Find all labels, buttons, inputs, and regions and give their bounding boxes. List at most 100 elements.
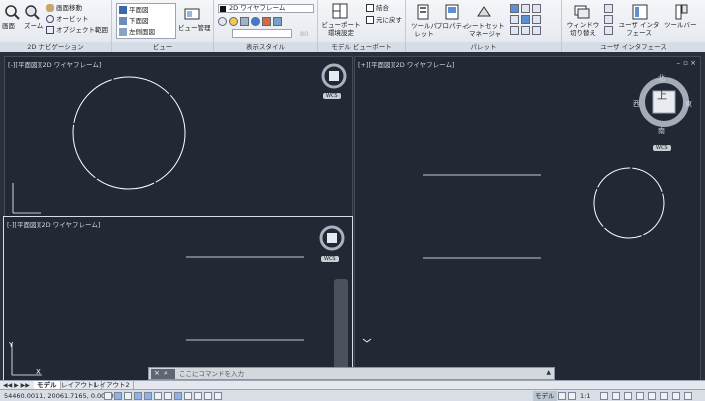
lightbulb-icon[interactable] [660,392,668,400]
material-icon[interactable] [251,17,260,26]
search-icon[interactable]: ⌕ [164,369,168,378]
markup-icon[interactable] [521,4,530,13]
cascade-icon[interactable] [604,26,613,35]
info-icon[interactable] [532,26,541,35]
switch-window-icon[interactable] [574,4,590,20]
sun-icon[interactable] [229,17,238,26]
calculator-icon[interactable] [510,15,519,24]
compass-west[interactable]: 西 [633,99,640,109]
visual-style-slider[interactable] [232,29,292,38]
selection-cycling-icon[interactable] [214,392,222,400]
shade-icon[interactable] [240,17,249,26]
model-space-badge[interactable]: モデル [533,391,557,401]
restore-button[interactable]: 元に戻す [366,16,402,24]
panel-title[interactable]: 表示スタイル [214,42,317,52]
viewport-config-icon[interactable] [332,3,348,19]
switch-window-label[interactable]: ウィンドウ切り替え [566,21,600,37]
viewport-config-label[interactable]: ビューポート環境設定 [321,21,361,37]
gear-icon[interactable] [218,17,227,26]
viewport-right[interactable]: [+][平面図][2D ワイヤフレーム] – ▫ × 上 北 南 東 西 WCS [354,56,701,381]
polar-icon[interactable] [134,392,142,400]
quick-properties-icon[interactable] [204,392,212,400]
grid-icon[interactable] [114,392,122,400]
panel-title[interactable]: モデル ビューポート [318,42,405,52]
layers-icon[interactable] [532,4,541,13]
ortho-icon[interactable] [124,392,132,400]
chevron-up-icon[interactable]: ▲ [546,369,551,376]
toolbars-label[interactable]: ツールバー [664,21,697,29]
osnap-icon[interactable] [144,392,152,400]
sheet-set-icon[interactable] [476,4,492,20]
view-top[interactable]: 平面図 [119,6,149,14]
sheet-set-label[interactable]: シートセットマネージャ [464,22,506,38]
toolbars-icon[interactable] [674,4,690,20]
compass-south[interactable]: 南 [658,126,665,136]
tool-palette-icon[interactable] [415,4,431,20]
command-input[interactable]: ここにコマンドを入力 [179,369,244,379]
ducs-icon[interactable] [164,392,172,400]
light-icon[interactable] [273,17,282,26]
customization-icon[interactable] [684,392,692,400]
panel-title[interactable]: 2D ナビゲーション [0,42,111,52]
view-left[interactable]: 左側面図 [119,28,155,36]
view-manager-label[interactable]: ビュー管理 [178,24,211,32]
clean-screen-icon[interactable] [672,392,680,400]
quick-view-layouts-icon[interactable] [558,392,566,400]
otrack-icon[interactable] [154,392,162,400]
user-interface-label[interactable]: ユーザ インタフェース [618,21,660,37]
wcs-badge[interactable]: WCS [321,256,339,262]
viewcube[interactable] [637,75,691,129]
lock-icon[interactable] [624,392,632,400]
palette-icon[interactable] [532,15,541,24]
visual-style-dropdown[interactable]: 2D ワイヤフレーム [218,4,314,13]
panel-view: 平面図 下面図 左側面図 ビュー管理 ビュー [112,0,214,52]
close-icon[interactable]: × [154,369,160,377]
lineweight-icon[interactable] [184,392,192,400]
join-button[interactable]: 結合 [366,4,389,12]
viewport-bottom-left[interactable]: [-][平面図][2D ワイヤフレーム] Y X WCS [3,216,353,381]
viewcube-top-face[interactable]: 上 [657,87,667,102]
zoom-button-label[interactable]: ズーム [24,22,43,30]
extents-button[interactable]: オブジェクト範囲 [46,26,108,34]
view-list[interactable]: 平面図 下面図 左側面図 [116,3,176,39]
zoom-icon[interactable] [24,4,40,20]
panel-title[interactable]: ユーザ インタフェース [562,42,705,52]
wcs-badge[interactable]: WCS [323,93,341,99]
annotation-visibility-icon[interactable] [600,392,608,400]
snap-mode-icon[interactable] [104,392,112,400]
dynamic-input-icon[interactable] [174,392,182,400]
compass-north[interactable]: 北 [658,73,665,83]
transparency-icon[interactable] [194,392,202,400]
properties-icon[interactable] [444,4,460,20]
viewcube-mini[interactable] [321,63,347,89]
command-line-buttons[interactable]: × ⌕ [151,369,175,379]
view-manager-icon[interactable] [184,6,200,22]
compass-east[interactable]: 東 [685,99,692,109]
tool-icon[interactable] [521,26,530,35]
panel-title[interactable]: パレット [406,42,561,52]
navigation-bar[interactable] [334,279,348,375]
panel-title[interactable]: ビュー [112,42,213,52]
workspace-icon[interactable] [612,392,620,400]
command-line[interactable]: × ⌕ ここにコマンドを入力 ▲ [148,367,555,380]
pan-button[interactable]: 画面移動 [46,4,82,12]
view-bottom[interactable]: 下面図 [119,17,149,25]
pan-button-label[interactable]: 画面 [2,22,15,30]
orbit-button[interactable]: オービット [46,15,89,23]
tile-v-icon[interactable] [604,15,613,24]
external-ref-icon[interactable] [521,15,530,24]
wcs-badge[interactable]: WCS [653,145,671,151]
user-interface-icon[interactable] [632,4,648,20]
pan-icon[interactable] [4,4,20,20]
viewport-top-left[interactable]: [-][平面図][2D ワイヤフレーム] WCS [4,56,353,217]
db-icon[interactable] [510,26,519,35]
quick-view-drawings-icon[interactable] [568,392,576,400]
render-icon[interactable] [262,17,271,26]
viewcube-mini[interactable] [319,225,345,251]
tile-h-icon[interactable] [604,4,613,13]
panel-visual-styles: 2D ワイヤフレーム 80 表示スタイル [214,0,318,52]
annotation-scale[interactable]: 1:1 [580,391,590,401]
design-center-icon[interactable] [510,4,519,13]
isolate-objects-icon[interactable] [648,392,656,400]
hardware-acceleration-icon[interactable] [636,392,644,400]
